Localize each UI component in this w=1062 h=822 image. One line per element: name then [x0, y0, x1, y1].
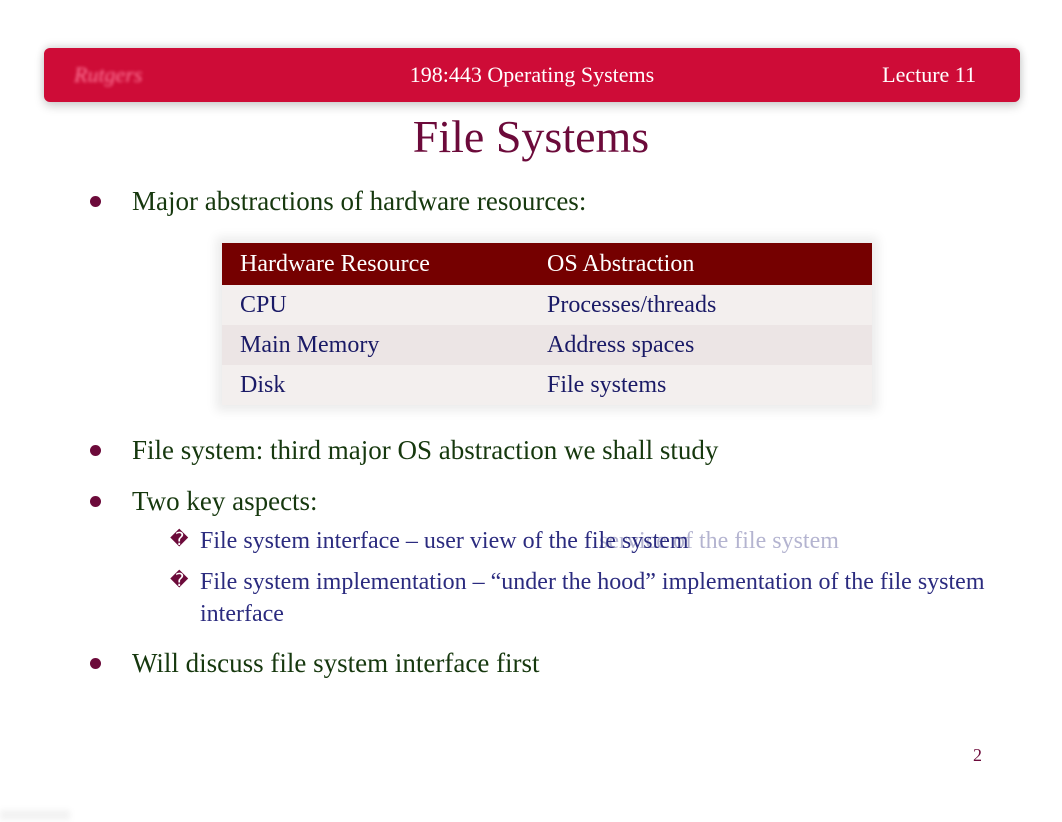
bullet-text: Will discuss file system interface first — [132, 648, 540, 678]
slide-content: Major abstractions of hardware resources… — [90, 184, 1002, 698]
table-header: Hardware Resource OS Abstraction — [222, 243, 872, 285]
header-course: 198:443 Operating Systems — [44, 62, 1020, 88]
bullet-text: Two key aspects: — [132, 486, 318, 516]
page-number: 2 — [973, 745, 982, 766]
table-row: CPU Processes/threads — [222, 285, 872, 325]
cell-resource: CPU — [222, 290, 547, 321]
bullet-major-abstractions: Major abstractions of hardware resources… — [90, 184, 1002, 405]
table-header-abstraction: OS Abstraction — [547, 249, 872, 280]
cell-resource: Disk — [222, 370, 547, 401]
sub-bullet-implementation: File system implementation – “under the … — [170, 566, 1002, 631]
header-bar: Rutgers 198:443 Operating Systems Lectur… — [44, 48, 1020, 102]
bullet-text: File system: third major OS abstraction … — [132, 435, 718, 465]
cell-abstraction: Address spaces — [547, 330, 872, 361]
table-row: Disk File systems — [222, 365, 872, 405]
bullet-two-aspects: Two key aspects: File system interface –… — [90, 484, 1002, 630]
decorative-blur — [0, 810, 70, 820]
cell-abstraction: Processes/threads — [547, 290, 872, 321]
bullet-text: Major abstractions of hardware resources… — [132, 186, 586, 216]
sub-bullet-ghost-text: service of the file system — [599, 525, 839, 557]
abstractions-table: Hardware Resource OS Abstraction CPU Pro… — [222, 243, 872, 405]
cell-resource: Main Memory — [222, 330, 547, 361]
sub-bullet-text: File system implementation – “under the … — [200, 569, 985, 627]
bullet-file-system-third: File system: third major OS abstraction … — [90, 433, 1002, 468]
slide-title: File Systems — [0, 110, 1062, 163]
header-lecture: Lecture 11 — [882, 62, 976, 88]
bullet-discuss-interface-first: Will discuss file system interface first — [90, 646, 1002, 681]
slide: Rutgers 198:443 Operating Systems Lectur… — [0, 0, 1062, 822]
table-row: Main Memory Address spaces — [222, 325, 872, 365]
cell-abstraction: File systems — [547, 370, 872, 401]
sub-bullet-interface: File system interface – user view of the… — [170, 525, 1002, 557]
table-header-resource: Hardware Resource — [222, 249, 547, 280]
